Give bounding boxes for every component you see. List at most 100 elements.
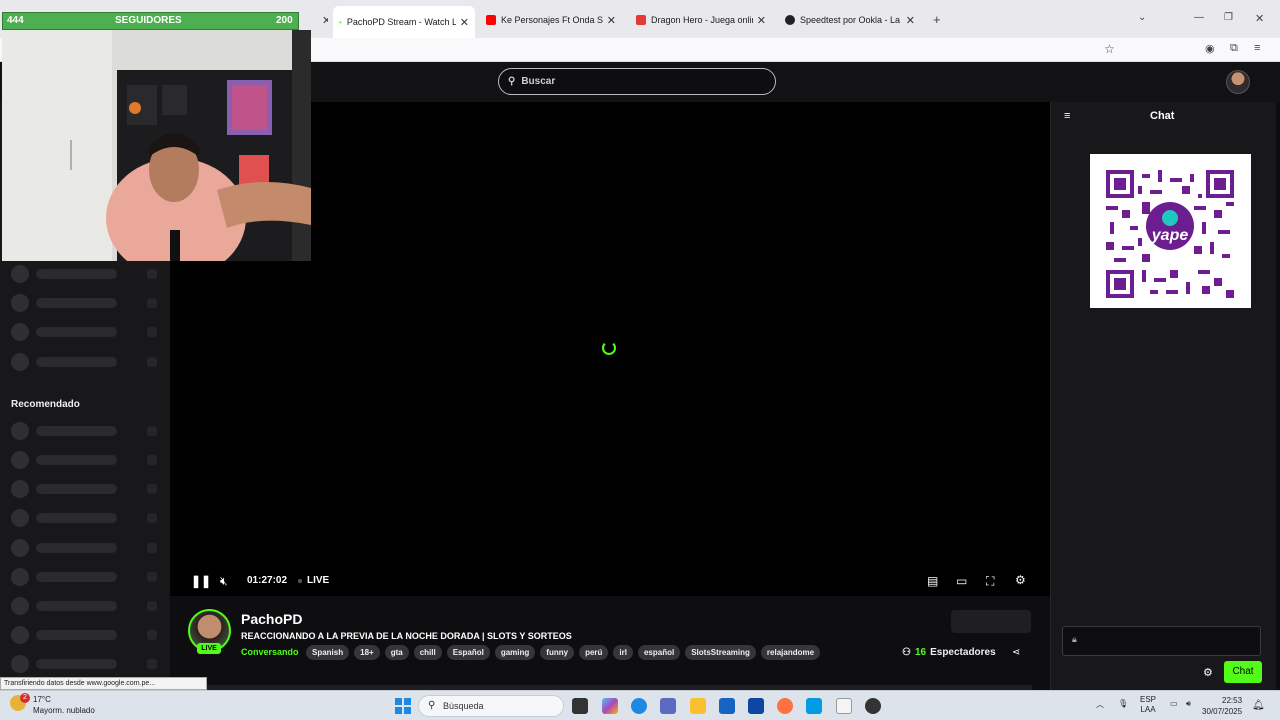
tag[interactable]: SlotsStreaming: [685, 645, 756, 660]
search-icon: ⚲: [428, 700, 436, 711]
close-icon[interactable]: ✕: [906, 14, 915, 27]
close-window-button[interactable]: ✕: [1255, 12, 1264, 25]
fullscreen-icon[interactable]: ⛶: [986, 574, 994, 589]
follow-button-placeholder[interactable]: [951, 610, 1031, 633]
tag[interactable]: funny: [540, 645, 575, 660]
browser-status-tooltip: Transfiriendo datos desde www.google.com…: [0, 677, 207, 690]
tab-close-previous[interactable]: ✕: [312, 6, 328, 34]
tag[interactable]: español: [637, 645, 681, 660]
network-icon[interactable]: ▭: [1170, 699, 1178, 708]
outlook-icon[interactable]: [748, 698, 764, 714]
pause-icon[interactable]: ❚❚: [191, 574, 211, 588]
extensions-icon[interactable]: ⧉: [1230, 42, 1238, 55]
tag[interactable]: Spanish: [306, 645, 350, 660]
account-icon[interactable]: ◉: [1205, 42, 1215, 55]
clip-icon[interactable]: ▤: [927, 574, 938, 588]
tag[interactable]: Español: [446, 645, 490, 660]
new-tab-button[interactable]: +: [933, 12, 941, 27]
sidebar-skeleton-item: [11, 323, 161, 341]
streamer-name[interactable]: PachoPD: [241, 611, 302, 627]
sidebar-skeleton-item: [11, 539, 161, 557]
viewer-count-label: Espectadores: [930, 647, 996, 658]
tag[interactable]: relajandome: [760, 645, 821, 660]
stream-title: REACCIONANDO A LA PREVIA DE LA NOCHE DOR…: [241, 631, 572, 641]
chat-settings-gear-icon[interactable]: ⚙: [1203, 666, 1213, 679]
loading-spinner-icon: [602, 341, 616, 355]
settings-gear-icon[interactable]: ⚙: [1015, 573, 1026, 587]
volume-icon[interactable]: 🔊︎: [1186, 699, 1191, 709]
obs-icon[interactable]: [865, 698, 881, 714]
tag[interactable]: 18+: [354, 645, 380, 660]
search-input[interactable]: ⚲ Buscar: [498, 68, 776, 95]
clock[interactable]: 22:53 30/07/2025: [1202, 695, 1242, 717]
microphone-icon[interactable]: 🎙︎: [1118, 699, 1128, 708]
close-icon[interactable]: ✕: [460, 16, 469, 29]
edge-icon[interactable]: [631, 698, 647, 714]
snipping-tool-icon[interactable]: [836, 698, 852, 714]
tab-youtube[interactable]: Ke Personajes Ft Onda Sabaner ✕: [480, 6, 622, 34]
sidebar-skeleton-item: [11, 480, 161, 498]
game-icon: [636, 15, 646, 25]
sidebar-skeleton-item: [11, 626, 161, 644]
chat-input[interactable]: [1062, 626, 1261, 656]
follower-goal-target: 200: [276, 15, 293, 26]
tag[interactable]: perú: [579, 645, 609, 660]
app-icon[interactable]: [806, 698, 822, 714]
kick-icon: •: [339, 17, 342, 27]
copilot-icon[interactable]: [602, 698, 618, 714]
show-hidden-icons-chevron-icon[interactable]: ︿: [1096, 699, 1104, 710]
bookmark-star-icon[interactable]: ☆: [1104, 42, 1115, 56]
yape-logo-text: yape: [1151, 227, 1189, 244]
tab-speedtest[interactable]: Speedtest por Ookla - La prueb ✕: [779, 6, 921, 34]
file-explorer-icon[interactable]: [690, 698, 706, 714]
follower-goal-label: SEGUIDORES: [115, 15, 182, 26]
close-icon[interactable]: ✕: [607, 14, 616, 27]
follower-count: 444: [7, 15, 24, 26]
playback-time: 01:27:02: [247, 575, 288, 586]
tag[interactable]: irl: [613, 645, 633, 660]
chat-send-button[interactable]: Chat: [1224, 661, 1262, 683]
firefox-icon[interactable]: [777, 698, 793, 714]
user-avatar[interactable]: [1226, 70, 1250, 94]
minimize-button[interactable]: —: [1194, 12, 1204, 23]
sidebar-skeleton-item: [11, 568, 161, 586]
speedtest-icon: [785, 15, 795, 25]
tag-list: Spanish 18+ gta chill Español gaming fun…: [306, 645, 821, 660]
youtube-icon: [486, 15, 496, 25]
chat-collapse-icon[interactable]: ≡: [1064, 110, 1070, 122]
tag[interactable]: gta: [384, 645, 409, 660]
qr-code-graphic: yape: [1106, 170, 1234, 298]
recommended-heading: Recomendado: [11, 399, 80, 410]
tab-pachopd[interactable]: • PachoPD Stream - Watch Live o ✕: [333, 6, 475, 38]
sidebar-skeleton-item: [11, 422, 161, 440]
store-icon[interactable]: [719, 698, 735, 714]
tab-dragon-hero[interactable]: Dragon Hero - Juega online | Bu ✕: [630, 6, 772, 34]
maximize-button[interactable]: ❐: [1224, 12, 1233, 23]
mute-icon[interactable]: 🔇︎: [220, 574, 228, 589]
clock-date: 30/07/2025: [1202, 707, 1243, 716]
sidebar-skeleton-item: [11, 509, 161, 527]
theater-mode-icon[interactable]: ▭: [956, 574, 967, 588]
menu-icon[interactable]: ≡: [1254, 42, 1260, 54]
lock-icon: 🔒︎: [1072, 634, 1077, 644]
teams-icon[interactable]: [660, 698, 676, 714]
live-indicator[interactable]: LIVE: [307, 575, 329, 586]
yape-qr-code: yape: [1090, 154, 1251, 308]
weather-temperature: 17°C: [33, 695, 51, 704]
close-icon[interactable]: ✕: [757, 14, 766, 27]
share-icon[interactable]: ⋖: [1012, 647, 1020, 658]
webcam-image: [2, 30, 311, 261]
taskbar-search-input[interactable]: ⚲ Búsqueda: [418, 695, 564, 717]
windows-start-icon[interactable]: [395, 698, 411, 714]
task-view-icon[interactable]: [572, 698, 588, 714]
notifications-bell-icon[interactable]: 🔔︎: [1252, 700, 1265, 711]
viewers-icon: ⚇: [902, 647, 911, 658]
sidebar-skeleton-item: [11, 597, 161, 615]
tag[interactable]: chill: [413, 645, 442, 660]
language-indicator[interactable]: ESP LAA: [1140, 695, 1156, 715]
tag[interactable]: gaming: [494, 645, 536, 660]
stream-category[interactable]: Conversando: [241, 647, 299, 657]
viewer-count-number: 16: [914, 647, 927, 658]
tab-list-chevron-icon[interactable]: ⌄: [1138, 12, 1146, 23]
sidebar-skeleton-item: [11, 353, 161, 371]
